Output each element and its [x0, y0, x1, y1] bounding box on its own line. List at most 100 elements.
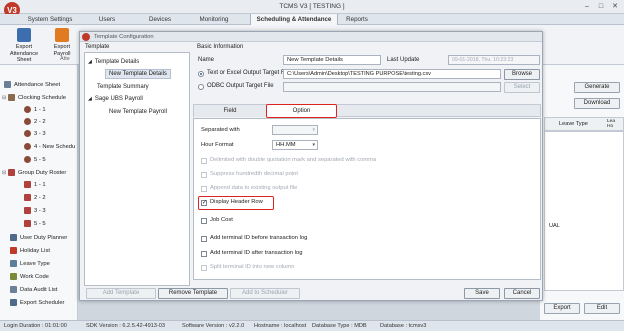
- tab-monitoring[interactable]: Monitoring: [192, 14, 236, 25]
- status-software-version: Software Version : v2.2.0: [182, 323, 245, 329]
- download-button[interactable]: Download: [574, 98, 620, 109]
- user-icon: [10, 233, 17, 241]
- template-configuration-dialog: Template Configuration Template ◢ Templat…: [79, 31, 543, 301]
- text-excel-path-field[interactable]: C:\Users\Admin\Desktop\TESTING PURPOSE\t…: [283, 69, 501, 79]
- tree-item-schedule-5[interactable]: 5 - 5: [24, 154, 46, 166]
- status-bar: Login Duration : 01:01:00 SDK Version : …: [0, 320, 624, 331]
- tree-item-data-audit-list[interactable]: Data Audit List: [10, 284, 57, 296]
- main-right-panel: Generate Download Leave Type Lea Ho UAL …: [540, 65, 624, 320]
- cancel-button[interactable]: Cancel: [504, 288, 540, 299]
- tree-item-roster-2[interactable]: 2 - 2: [24, 192, 46, 204]
- tree-new-template-payroll[interactable]: New Template Payroll: [109, 109, 167, 115]
- odbc-path-field: [283, 82, 501, 92]
- collapse-icon[interactable]: ◢: [88, 59, 92, 65]
- collapse-icon[interactable]: ◢: [88, 96, 92, 102]
- calendar-icon: [24, 206, 31, 214]
- status-login-duration: Login Duration : 01:01:00: [4, 323, 67, 329]
- separated-with-select: ▾: [272, 125, 318, 135]
- tree-item-schedule-3[interactable]: 3 - 3: [24, 128, 46, 140]
- odbc-radio[interactable]: [198, 84, 204, 90]
- dialog-title: Template Configuration: [94, 34, 154, 40]
- maximize-icon[interactable]: □: [594, 1, 608, 12]
- tab-devices[interactable]: Devices: [140, 14, 180, 25]
- close-icon[interactable]: ✕: [608, 1, 622, 12]
- tree-item-roster-3[interactable]: 3 - 3: [24, 205, 46, 217]
- text-excel-radio[interactable]: [198, 71, 204, 77]
- menu-bar: System Settings Users Devices Monitoring…: [0, 14, 624, 25]
- tree-item-user-duty-planner[interactable]: User Duty Planner: [10, 232, 67, 244]
- job-cost-checkbox[interactable]: [201, 218, 207, 224]
- terminal-id-after-checkbox[interactable]: [201, 251, 207, 257]
- chevron-down-icon: ▾: [312, 127, 315, 133]
- tree-item-export-scheduler[interactable]: Export Scheduler: [10, 297, 64, 309]
- tree-new-template-details[interactable]: New Template Details: [105, 69, 171, 79]
- status-database-type: Database Type : MDB: [312, 323, 367, 329]
- tree-template-details[interactable]: ◢ Template Details: [88, 59, 139, 65]
- schedule-icon: [24, 129, 31, 137]
- hour-format-label: Hour Format: [201, 142, 234, 148]
- schedule-icon: [24, 117, 31, 125]
- window-title-bar: TCMS V3 [ TESTING ]: [0, 0, 624, 14]
- tree-item-schedule-4[interactable]: 4 - New Schedu: [24, 141, 75, 153]
- name-field[interactable]: New Template Details: [283, 55, 381, 65]
- calendar-icon: [24, 193, 31, 201]
- tree-item-roster-5[interactable]: 5 - 5: [24, 218, 46, 230]
- terminal-id-before-checkbox[interactable]: [201, 236, 207, 242]
- name-label: Name: [198, 57, 215, 63]
- scheduler-icon: [10, 298, 17, 306]
- grid-body: UAL: [544, 131, 624, 291]
- job-cost-label: Job Cost: [210, 217, 233, 223]
- tree-item-work-code[interactable]: Work Code: [10, 271, 49, 283]
- tree-sage-ubs-payroll[interactable]: ◢ Sage UBS Payroll: [88, 96, 143, 102]
- tree-item-schedule-2[interactable]: 2 - 2: [24, 116, 46, 128]
- hour-format-select[interactable]: HH.MM ▾: [272, 140, 318, 150]
- tree-item-roster-1[interactable]: 1 - 1: [24, 179, 46, 191]
- status-hostname: Hostname : localhost: [254, 323, 307, 329]
- odbc-label: ODBC Output Target File: [207, 83, 274, 89]
- basic-info-label: Basic Information: [197, 44, 244, 50]
- grid-header: Leave Type Lea Ho: [544, 117, 624, 131]
- delimited-quotation-checkbox: [201, 158, 207, 164]
- dialog-title-bar: Template Configuration: [80, 32, 542, 42]
- tree-item-leave-type[interactable]: Leave Type: [10, 258, 50, 270]
- tab-field[interactable]: Field: [194, 105, 266, 117]
- export-button[interactable]: Export: [544, 303, 580, 314]
- navigation-tree: Attendance Sheet ⊟ Clocking Schedule 1 - …: [0, 65, 78, 320]
- suppress-hundredth-label: Suppress hundredth decimal point: [210, 171, 298, 177]
- tree-template-summary[interactable]: Template Summary: [97, 84, 149, 90]
- grid-cell: UAL: [549, 223, 560, 229]
- schedule-icon: [24, 105, 31, 113]
- tree-item-holiday-list[interactable]: Holiday List: [10, 245, 50, 257]
- generate-button[interactable]: Generate: [574, 82, 620, 93]
- split-terminal-id-checkbox: [201, 265, 207, 271]
- export-attendance-sheet-button[interactable]: Export Attendance Sheet: [4, 27, 44, 63]
- tree-item-group-duty-roster[interactable]: ⊟ Group Duty Roster: [2, 167, 66, 179]
- template-group-label: Template: [85, 44, 110, 50]
- template-tree: ◢ Template Details New Template Details T…: [84, 52, 190, 286]
- tree-item-attendance-sheet[interactable]: Attendance Sheet: [4, 79, 60, 91]
- ribbon-group-label: Atte: [60, 56, 70, 62]
- tree-item-clocking-schedule[interactable]: ⊟ Clocking Schedule: [2, 92, 66, 104]
- tab-option[interactable]: Option: [266, 104, 337, 118]
- tab-users[interactable]: Users: [90, 14, 124, 25]
- export-payroll-icon: [55, 28, 69, 42]
- remove-template-button[interactable]: Remove Template: [158, 288, 228, 299]
- calendar-icon: [24, 180, 31, 188]
- delimited-quotation-label: Delimited with double quotation mark and…: [210, 157, 377, 163]
- tab-scheduling-attendance[interactable]: Scheduling & Attendance: [250, 14, 338, 25]
- edit-button[interactable]: Edit: [584, 303, 620, 314]
- suppress-hundredth-checkbox: [201, 172, 207, 178]
- text-excel-label: Text or Excel Output Target File: [207, 70, 291, 76]
- tab-reports[interactable]: Reports: [340, 14, 374, 25]
- schedule-icon: [24, 142, 31, 150]
- tab-system-settings[interactable]: System Settings: [24, 14, 76, 25]
- sheet-icon: [4, 80, 11, 88]
- display-header-row-checkbox[interactable]: [201, 199, 207, 206]
- chevron-down-icon: ▾: [312, 142, 315, 148]
- minimize-icon[interactable]: –: [580, 1, 594, 12]
- save-button[interactable]: Save: [464, 288, 500, 299]
- browse-button[interactable]: Browse: [504, 69, 540, 80]
- tree-item-schedule-1[interactable]: 1 - 1: [24, 104, 46, 116]
- add-template-button: Add Template: [86, 288, 156, 299]
- add-to-scheduler-button: Add to Scheduler: [230, 288, 300, 299]
